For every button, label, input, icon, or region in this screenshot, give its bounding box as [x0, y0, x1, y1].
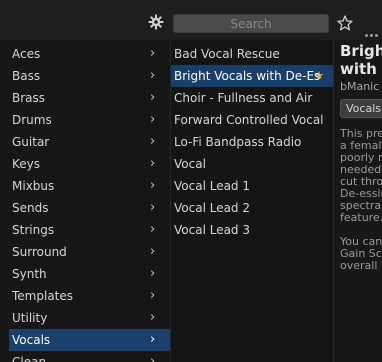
- category-list-panel: Aces › Bass › Brass › Drums › Guitar › Keys › Mixbus…: [0, 40, 170, 362]
- category-item-templates[interactable]: Templates ›: [0, 285, 170, 307]
- category-label: Bass: [12, 69, 41, 83]
- category-label: Clean: [12, 355, 47, 362]
- chevron-right-icon: ›: [150, 46, 156, 61]
- chevron-right-icon: ›: [150, 310, 156, 325]
- preset-author: bManic: [340, 80, 380, 93]
- category-item-aces[interactable]: Aces ›: [0, 43, 170, 65]
- toolbar: [0, 0, 382, 40]
- preset-title-line-1: Brigh: [340, 42, 382, 60]
- category-item-clean[interactable]: Clean ›: [0, 351, 170, 362]
- category-item-sends[interactable]: Sends ›: [0, 197, 170, 219]
- category-label: Sends: [12, 201, 49, 215]
- favorite-star-icon[interactable]: ★: [314, 65, 324, 87]
- preset-item[interactable]: Choir - Fullness and Air: [171, 87, 333, 109]
- preset-list: Bad Vocal Rescue Bright Vocals with De-Es…: [171, 40, 333, 241]
- category-label: Surround: [12, 245, 67, 259]
- category-label: Strings: [12, 223, 55, 237]
- preset-label: Lo-Fi Bandpass Radio: [174, 135, 302, 149]
- category-label: Templates: [12, 289, 74, 303]
- preset-list-panel: Bad Vocal Rescue Bright Vocals with De-Es…: [170, 40, 333, 362]
- description-line: overall E: [340, 259, 382, 272]
- gear-icon[interactable]: [148, 14, 164, 30]
- preset-label: Bright Vocals with De-Es: [174, 69, 321, 83]
- favorites-star-icon[interactable]: [337, 15, 353, 31]
- preset-label: Vocal Lead 3: [174, 223, 250, 237]
- preset-label: Vocal Lead 1: [174, 179, 250, 193]
- preset-description: This prea femalepoorly rneededcut throDe…: [334, 128, 382, 272]
- preset-label: Bad Vocal Rescue: [174, 47, 280, 61]
- chevron-right-icon: ›: [150, 222, 156, 237]
- more-menu-icon[interactable]: [365, 22, 382, 37]
- category-item-strings[interactable]: Strings ›: [0, 219, 170, 241]
- preset-item[interactable]: Vocal: [171, 153, 333, 175]
- preset-label: Vocal Lead 2: [174, 201, 250, 215]
- category-item-guitar[interactable]: Guitar ›: [0, 131, 170, 153]
- category-item-keys[interactable]: Keys ›: [0, 153, 170, 175]
- category-item-drums[interactable]: Drums ›: [0, 109, 170, 131]
- category-item-utility[interactable]: Utility ›: [0, 307, 170, 329]
- category-label: Guitar: [12, 135, 50, 149]
- chevron-right-icon: ›: [150, 178, 156, 193]
- category-item-vocals[interactable]: Vocals ›: [9, 329, 170, 351]
- category-label: Keys: [12, 157, 41, 171]
- chevron-right-icon: ›: [150, 288, 156, 303]
- preset-tag-badge[interactable]: Vocals: [340, 99, 382, 118]
- chevron-right-icon: ›: [150, 112, 156, 127]
- chevron-right-icon: ›: [150, 134, 156, 149]
- chevron-right-icon: ›: [150, 68, 156, 83]
- category-item-synth[interactable]: Synth ›: [0, 263, 170, 285]
- chevron-right-icon: ›: [150, 266, 156, 281]
- category-label: Vocals: [12, 333, 51, 347]
- category-item-surround[interactable]: Surround ›: [0, 241, 170, 263]
- category-label: Mixbus: [12, 179, 55, 193]
- preset-item[interactable]: Vocal Lead 3: [171, 219, 333, 241]
- preset-item[interactable]: Bad Vocal Rescue: [171, 43, 333, 65]
- category-label: Brass: [12, 91, 46, 105]
- category-label: Synth: [12, 267, 47, 281]
- description-line: feature.: [340, 211, 382, 224]
- preset-item[interactable]: Vocal Lead 1: [171, 175, 333, 197]
- chevron-right-icon: ›: [150, 90, 156, 105]
- category-item-bass[interactable]: Bass ›: [0, 65, 170, 87]
- preset-detail-panel: Brigh with I bManic Vocals This prea fem…: [333, 40, 382, 362]
- chevron-right-icon: ›: [150, 354, 156, 362]
- preset-item[interactable]: Forward Controlled Vocal: [171, 109, 333, 131]
- category-label: Utility: [12, 311, 48, 325]
- search-input[interactable]: [173, 14, 329, 33]
- category-list: Aces › Bass › Brass › Drums › Guitar › Keys › Mixbus…: [0, 40, 170, 362]
- category-label: Aces: [12, 47, 41, 61]
- category-item-mixbus[interactable]: Mixbus ›: [0, 175, 170, 197]
- preset-label: Forward Controlled Vocal: [174, 113, 324, 127]
- preset-item[interactable]: Lo-Fi Bandpass Radio: [171, 131, 333, 153]
- category-label: Drums: [12, 113, 52, 127]
- preset-label: Choir - Fullness and Air: [174, 91, 313, 105]
- preset-title: Brigh with I: [334, 40, 382, 78]
- chevron-right-icon: ›: [150, 156, 156, 171]
- chevron-right-icon: ›: [150, 244, 156, 259]
- preset-title-line-2: with I: [340, 60, 382, 78]
- category-item-brass[interactable]: Brass ›: [0, 87, 170, 109]
- chevron-right-icon: ›: [150, 332, 156, 347]
- preset-item[interactable]: Bright Vocals with De-Es ★: [171, 65, 333, 87]
- preset-label: Vocal: [174, 157, 206, 171]
- chevron-right-icon: ›: [150, 200, 156, 215]
- preset-item[interactable]: Vocal Lead 2: [171, 197, 333, 219]
